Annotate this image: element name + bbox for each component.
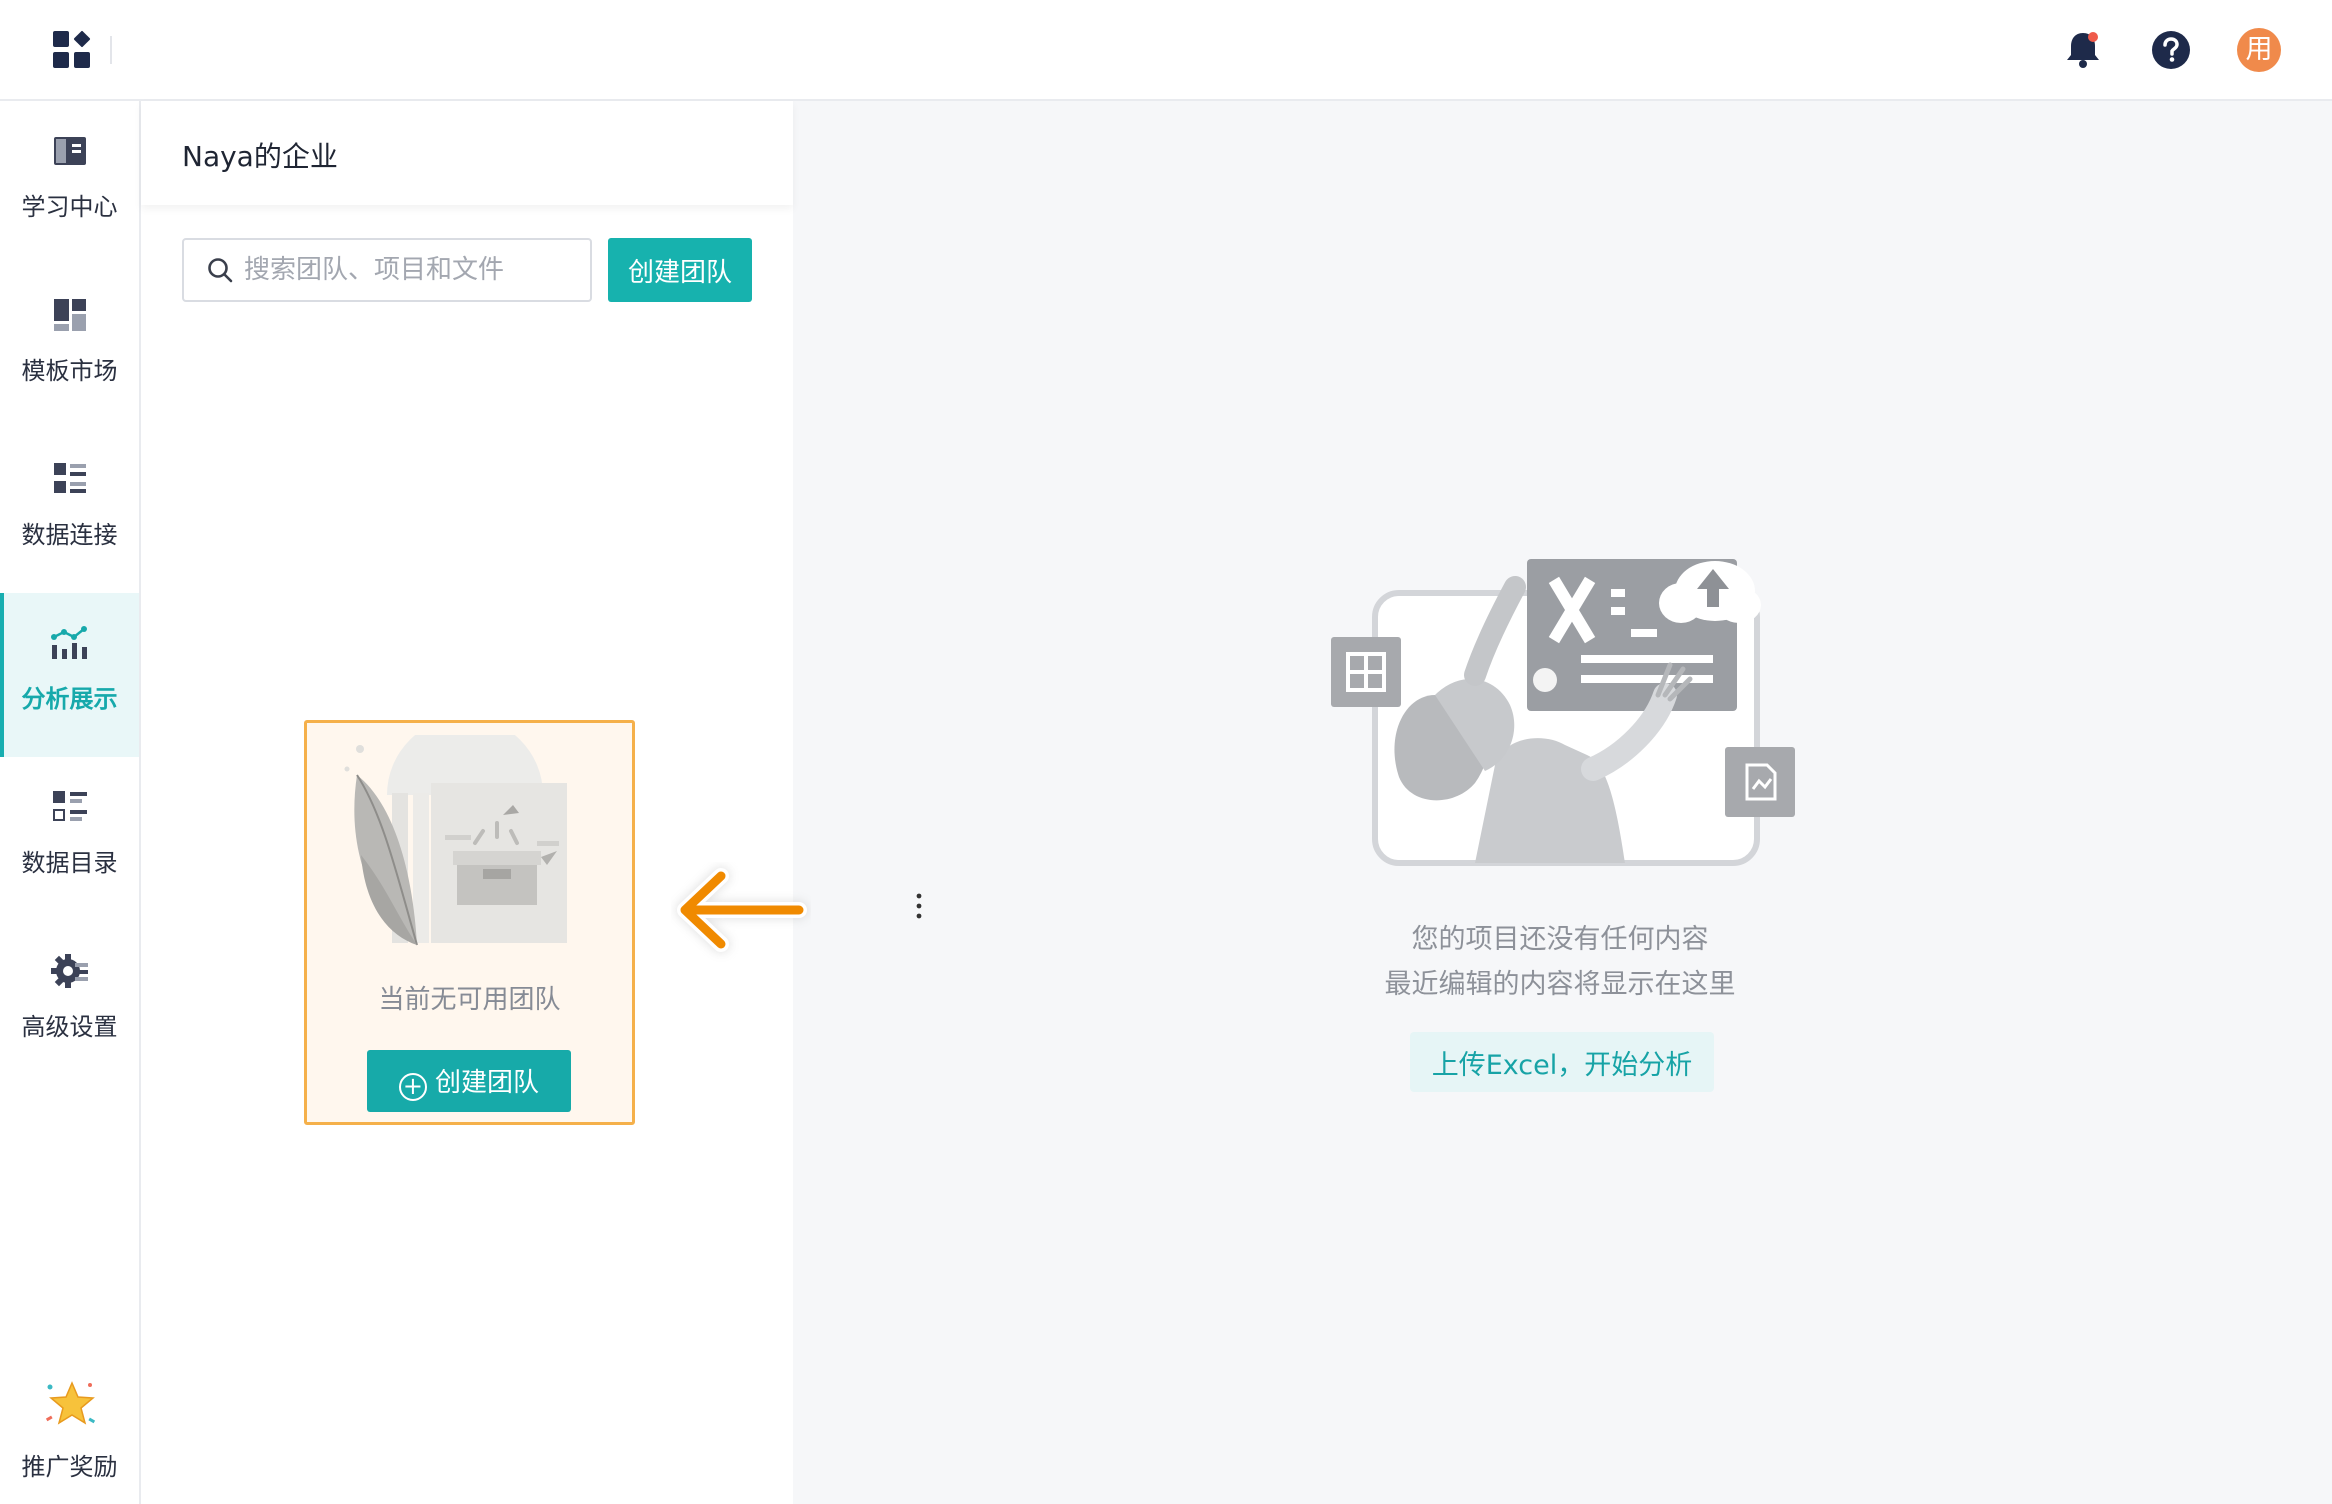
sidebar-item-label: 数据连接 (21, 521, 118, 549)
search-icon (208, 258, 233, 283)
empty-team-card: 当前无可用团队 + 创建团队 (304, 720, 635, 1125)
sidebar-item-label: 高级设置 (21, 1013, 118, 1041)
more-options-icon[interactable] (913, 891, 925, 921)
sidebar-item-advanced-settings[interactable]: 高级设置 (0, 921, 139, 1085)
empty-message-line2: 最近编辑的内容将显示在这里 (1384, 969, 1736, 1000)
sidebar-item-analysis-display[interactable]: 分析展示 (0, 593, 139, 757)
book-icon (54, 137, 86, 165)
create-team-main-label: 创建团队 (434, 1067, 539, 1098)
empty-project-illustration (1331, 559, 1795, 866)
template-icon (54, 299, 86, 331)
top-bar: 用 (0, 0, 2332, 101)
create-team-button[interactable]: 创建团队 (608, 238, 752, 302)
sidebar-item-learning-center[interactable]: 学习中心 (0, 101, 139, 265)
plus-circle-icon: + (398, 1072, 427, 1101)
catalog-icon (53, 791, 87, 821)
empty-team-text: 当前无可用团队 (378, 985, 561, 1015)
left-nav: 学习中心 模板市场 数据连接 分析展示 数据目录 高级设置 推广奖励 (0, 101, 141, 1504)
bell-icon[interactable] (2060, 27, 2106, 73)
upload-excel-button[interactable]: 上传Excel，开始分析 (1410, 1032, 1714, 1092)
sidebar-item-label: 模板市场 (21, 357, 118, 385)
gear-icon (51, 954, 88, 988)
empty-message-line1: 您的项目还没有任何内容 (1411, 924, 1709, 955)
sidebar-item-label: 推广奖励 (21, 1453, 118, 1481)
header-divider (110, 36, 112, 64)
sidebar-item-template-market[interactable]: 模板市场 (0, 265, 139, 429)
sidebar-item-promotion-reward[interactable]: 推广奖励 (0, 1367, 139, 1497)
avatar[interactable]: 用 (2237, 28, 2281, 72)
sidebar-item-label: 数据目录 (21, 849, 118, 877)
create-team-main-button[interactable]: + 创建团队 (367, 1050, 571, 1112)
chart-icon (51, 626, 87, 659)
sidebar-item-label: 学习中心 (21, 193, 118, 221)
data-connect-icon (54, 463, 86, 493)
search-box (182, 238, 592, 302)
apps-grid-icon[interactable] (50, 28, 94, 72)
sidebar-item-data-connect[interactable]: 数据连接 (0, 429, 139, 593)
arrow-left-icon (676, 867, 808, 953)
help-icon[interactable] (2148, 27, 2194, 73)
panel-header: Naya的企业 (141, 101, 793, 205)
star-icon (45, 1381, 96, 1425)
team-panel: Naya的企业 创建团队 当前无可用团队 (141, 101, 922, 1504)
org-name[interactable]: Naya的企业 (182, 135, 338, 175)
sidebar-item-label: 分析展示 (21, 685, 118, 713)
sidebar-item-data-catalog[interactable]: 数据目录 (0, 757, 139, 921)
empty-box-illustration (344, 735, 567, 946)
search-input[interactable] (244, 246, 574, 294)
